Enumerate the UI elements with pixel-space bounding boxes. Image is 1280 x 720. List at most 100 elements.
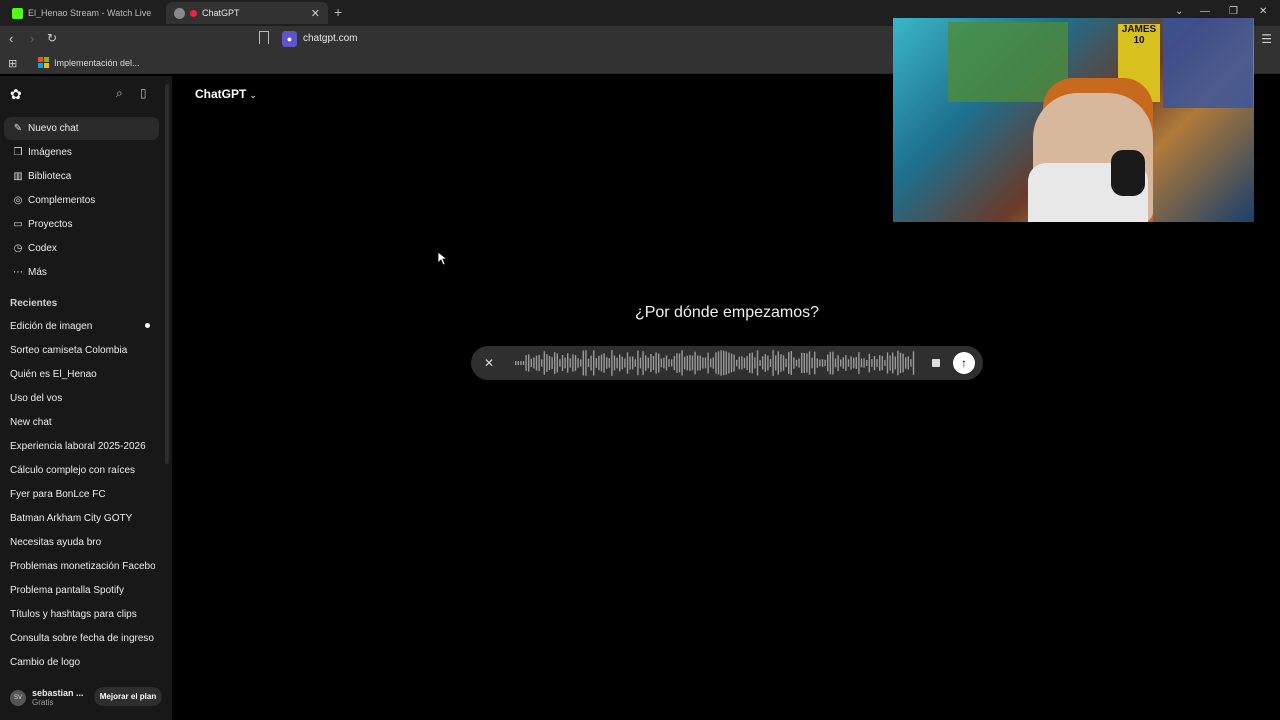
waveform-bar [658, 353, 660, 373]
recent-chat-item[interactable]: Sorteo camiseta Colombia [10, 345, 155, 356]
sidebar-item-codex[interactable]: ◷ Codex [4, 237, 159, 260]
library-icon: ▥ [13, 171, 23, 182]
recent-chat-item[interactable]: Problema pantalla Spotify [10, 585, 155, 596]
waveform-bar [746, 356, 748, 370]
waveform-bar [879, 355, 881, 371]
tab-kick[interactable]: El_Henao Stream - Watch Live on Kick [4, 2, 162, 24]
waveform-bar [853, 357, 855, 369]
sidebar-item-label: Codex [28, 243, 57, 254]
sidebar-item-label: Complementos [28, 195, 96, 206]
recent-chat-item[interactable]: Cambio de logo [10, 657, 155, 668]
waveform-bar [816, 358, 818, 368]
stop-icon[interactable] [932, 359, 940, 367]
waveform-bar [868, 353, 870, 373]
waveform-bar [855, 357, 857, 369]
recent-chat-item[interactable]: Consulta sobre fecha de ingreso [10, 633, 155, 644]
waveform-bar [535, 355, 538, 371]
sidebar-item-projects[interactable]: ▭ Proyectos [4, 213, 159, 236]
user-menu[interactable]: SV sebastian ... Gratis [10, 688, 84, 707]
recent-chat-item[interactable]: Necesitas ayuda bro [10, 537, 155, 548]
new-tab-button[interactable]: + [334, 4, 342, 20]
waveform-bar [548, 355, 551, 371]
waveform-bar [725, 351, 727, 375]
tab-title: El_Henao Stream - Watch Live on Kick [28, 8, 154, 18]
close-tab-icon[interactable]: ✕ [311, 7, 320, 20]
browser-menu-icon[interactable]: ☰ [1261, 32, 1272, 46]
waveform-bar [590, 355, 592, 371]
sidebar-item-plugins[interactable]: ◎ Complementos [4, 189, 159, 212]
waveform-bar [686, 355, 688, 371]
sidebar-toggle-icon[interactable]: ▯ [140, 86, 147, 100]
recent-chat-item[interactable]: New chat [10, 417, 155, 428]
recent-chat-item[interactable]: Cálculo complejo con raíces [10, 465, 155, 476]
back-button[interactable]: ‹ [9, 31, 13, 46]
search-icon[interactable]: ⌕ [116, 86, 123, 101]
recent-chat-item[interactable]: Uso del vos [10, 393, 155, 404]
waveform-bar [621, 356, 623, 370]
waveform-bar [754, 357, 756, 369]
audio-waveform [515, 350, 915, 376]
sidebar-scrollbar[interactable] [165, 84, 169, 464]
chatgpt-logo-icon[interactable]: ✿ [10, 86, 26, 102]
waveform-bar [798, 358, 800, 368]
sidebar-item-library[interactable]: ▥ Biblioteca [4, 165, 159, 188]
waveform-bar [847, 359, 850, 367]
forward-button[interactable]: › [30, 31, 34, 46]
tab-list-icon[interactable]: ⌄ [1175, 6, 1183, 17]
restore-button[interactable]: ❐ [1229, 6, 1238, 17]
model-selector[interactable]: ChatGPT ⌄ [195, 87, 257, 101]
reload-button[interactable]: ↻ [47, 31, 57, 45]
waveform-bar [738, 356, 740, 370]
url-field[interactable]: chatgpt.com [303, 33, 357, 44]
recent-chat-item[interactable]: Problemas monetización Facebo... [10, 561, 155, 572]
waveform-bar [863, 358, 865, 368]
waveform-bar [608, 358, 610, 368]
cancel-dictation-button[interactable]: ✕ [479, 353, 499, 373]
waveform-bar [567, 353, 569, 373]
recent-chat-item[interactable]: Edición de imagen [10, 321, 155, 332]
waveform-bar [837, 355, 839, 371]
waveform-bar [873, 356, 876, 371]
waveform-bar [824, 359, 826, 367]
recent-chat-item[interactable]: Fyer para BonLce FC [10, 489, 155, 500]
recent-chat-item[interactable]: Quién es El_Henao [10, 369, 155, 380]
waveform-bar [717, 351, 720, 375]
microphone-icon[interactable]: ● [282, 31, 297, 47]
waveform-bar [866, 360, 868, 366]
upgrade-plan-button[interactable]: Mejorar el plan [94, 687, 162, 706]
waveform-bar [715, 352, 717, 374]
recent-chat-item[interactable]: Títulos y hashtags para clips [10, 609, 155, 620]
waveform-bar [546, 354, 548, 372]
close-window-button[interactable]: ✕ [1259, 6, 1267, 17]
waveform-bar [574, 355, 577, 371]
waveform-bar [533, 357, 535, 369]
waveform-bar [652, 356, 655, 370]
waveform-bar [886, 352, 889, 374]
mouse-cursor-icon [437, 251, 447, 266]
waveform-bar [845, 355, 847, 371]
waveform-bar [860, 358, 863, 368]
sidebar-item-images[interactable]: ❒ Imágenes [4, 141, 159, 164]
waveform-bar [699, 355, 701, 371]
waveform-bar [767, 355, 769, 371]
recent-chat-item[interactable]: Batman Arkham City GOTY [10, 513, 155, 524]
sidebar-item-more[interactable]: ⋯ Más [4, 261, 159, 284]
tab-chatgpt[interactable]: ChatGPT ✕ [166, 2, 328, 24]
waveform-bar [892, 352, 894, 374]
waveform-bar [858, 352, 860, 374]
waveform-bar [637, 350, 639, 376]
waveform-bar [611, 350, 613, 376]
send-button[interactable]: ↑ [953, 352, 975, 374]
waveform-bar [639, 357, 642, 369]
waveform-bar [525, 355, 527, 371]
minimize-button[interactable]: — [1200, 6, 1210, 17]
waveform-bar [840, 359, 842, 367]
sidebar-item-new-chat[interactable]: ✎ Nuevo chat [4, 117, 159, 140]
bookmark-icon[interactable] [259, 31, 269, 44]
waveform-bar [780, 354, 782, 372]
recent-chat-item[interactable]: Experiencia laboral 2025-2026 [10, 441, 155, 452]
apps-grid-icon[interactable]: ⊞ [8, 57, 17, 70]
bookmark-item[interactable]: Implementación del... [38, 57, 140, 68]
waveform-bar [541, 359, 543, 367]
waveform-bar [572, 354, 574, 372]
